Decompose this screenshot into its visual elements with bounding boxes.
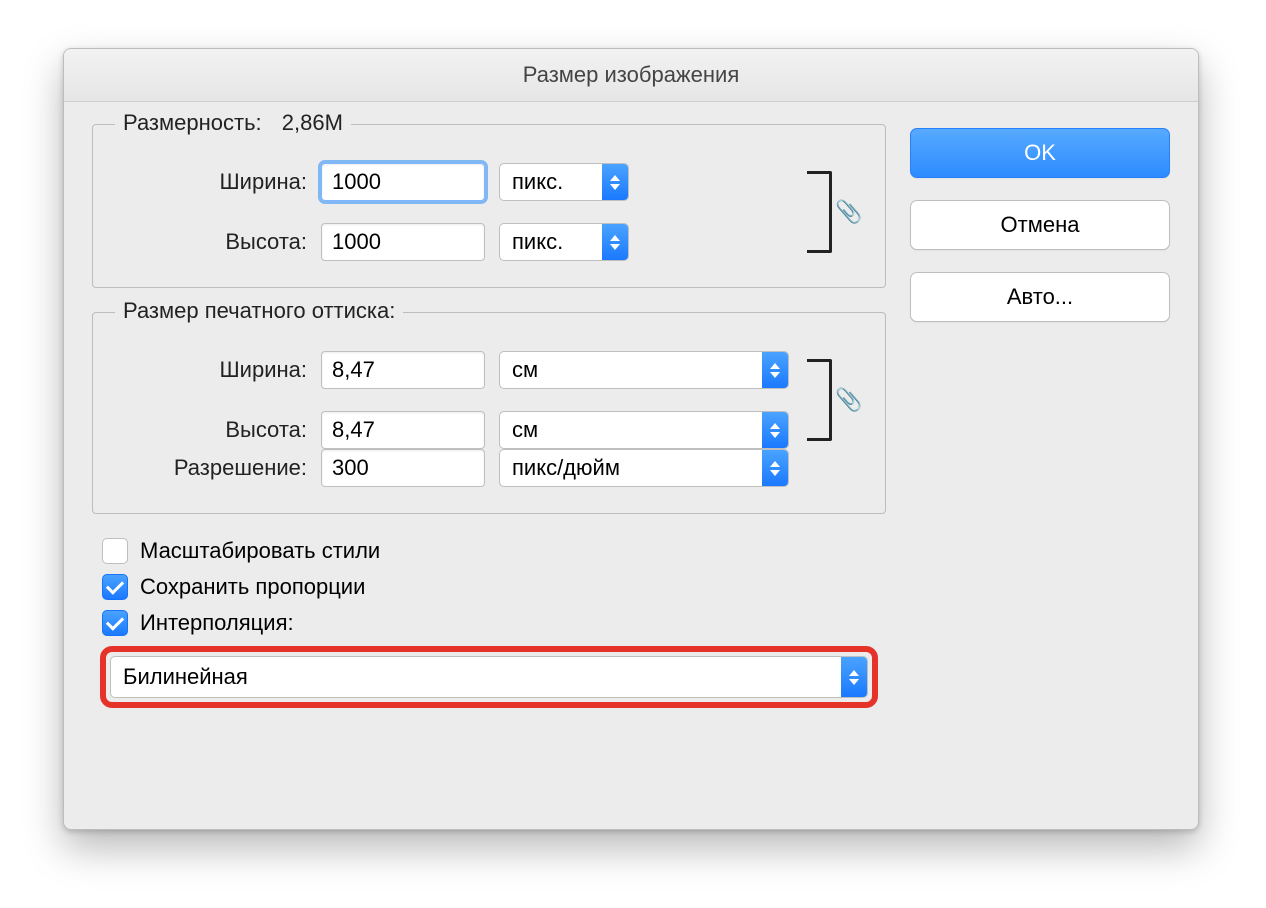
resolution-unit-select[interactable]: пикс/дюйм	[499, 449, 789, 487]
constrain-row[interactable]: Сохранить пропорции	[102, 574, 886, 600]
chevron-updown-icon	[762, 352, 788, 388]
px-height-input[interactable]	[321, 223, 485, 261]
dialog-content: Размерность: 2,86M Ширина: пикс.	[64, 102, 1198, 732]
ok-button[interactable]: OK	[910, 128, 1170, 178]
pixel-dimensions-label: Размерность:	[123, 110, 262, 135]
image-size-dialog: Размер изображения Размерность: 2,86M Ши…	[63, 48, 1199, 830]
chevron-updown-icon	[762, 412, 788, 448]
doc-link-indicator: 📎	[807, 351, 861, 449]
auto-button[interactable]: Авто...	[910, 272, 1170, 322]
interpolation-highlight: Билинейная	[100, 646, 878, 708]
constrain-checkbox[interactable]	[102, 574, 128, 600]
doc-height-unit-select[interactable]: см	[499, 411, 789, 449]
px-height-label: Высота:	[117, 229, 307, 255]
px-width-unit-select[interactable]: пикс.	[499, 163, 629, 201]
resample-row[interactable]: Интерполяция:	[102, 610, 886, 636]
interpolation-value: Билинейная	[111, 664, 841, 690]
scale-styles-label: Масштабировать стили	[140, 538, 380, 564]
resolution-input[interactable]	[321, 449, 485, 487]
resample-checkbox[interactable]	[102, 610, 128, 636]
px-width-label: Ширина:	[117, 169, 307, 195]
doc-width-unit-value: см	[500, 357, 762, 383]
constrain-label: Сохранить пропорции	[140, 574, 365, 600]
chevron-updown-icon	[602, 164, 628, 200]
link-icon: 📎	[835, 387, 862, 413]
dialog-title: Размер изображения	[64, 49, 1198, 102]
resolution-unit-value: пикс/дюйм	[500, 455, 762, 481]
resolution-label: Разрешение:	[117, 455, 307, 481]
px-link-indicator: 📎	[807, 163, 861, 261]
doc-height-input[interactable]	[321, 411, 485, 449]
scale-styles-row[interactable]: Масштабировать стили	[102, 538, 886, 564]
doc-width-input[interactable]	[321, 351, 485, 389]
doc-width-unit-select[interactable]: см	[499, 351, 789, 389]
link-icon: 📎	[835, 199, 862, 225]
doc-height-label: Высота:	[117, 417, 307, 443]
doc-width-label: Ширина:	[117, 357, 307, 383]
px-width-unit-value: пикс.	[500, 169, 602, 195]
px-width-input[interactable]	[321, 163, 485, 201]
pixel-dimensions-legend: Размерность: 2,86M	[115, 110, 351, 136]
document-size-legend: Размер печатного оттиска:	[115, 298, 403, 324]
left-column: Размерность: 2,86M Ширина: пикс.	[92, 124, 886, 708]
cancel-button[interactable]: Отмена	[910, 200, 1170, 250]
doc-height-unit-value: см	[500, 417, 762, 443]
chevron-updown-icon	[841, 657, 867, 697]
px-height-unit-value: пикс.	[500, 229, 602, 255]
px-height-unit-select[interactable]: пикс.	[499, 223, 629, 261]
right-column: OK Отмена Авто...	[910, 124, 1170, 708]
interpolation-select[interactable]: Билинейная	[110, 656, 868, 698]
chevron-updown-icon	[602, 224, 628, 260]
chevron-updown-icon	[762, 450, 788, 486]
document-size-group: Размер печатного оттиска: Ширина: см	[92, 312, 886, 514]
pixel-dimensions-size: 2,86M	[282, 110, 343, 135]
pixel-dimensions-group: Размерность: 2,86M Ширина: пикс.	[92, 124, 886, 288]
resample-label: Интерполяция:	[140, 610, 294, 636]
scale-styles-checkbox[interactable]	[102, 538, 128, 564]
